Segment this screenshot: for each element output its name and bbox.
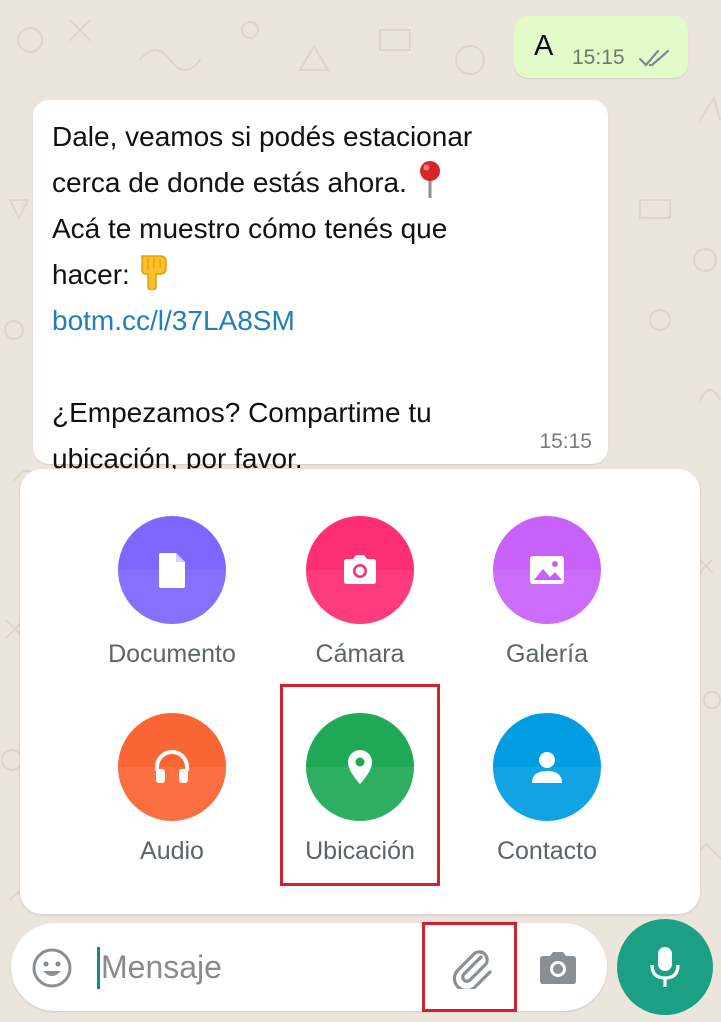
message-line-with-emoji: cerca de donde estás ahora. (52, 160, 597, 206)
attach-gallery-button[interactable]: Galería (467, 516, 627, 669)
attach-document-circle[interactable] (118, 516, 226, 624)
attach-contact-circle[interactable] (493, 713, 601, 821)
message-line: Acá te muestro cómo tenés que (52, 213, 448, 244)
attach-audio-circle[interactable] (118, 713, 226, 821)
pointing-down-emoji (141, 255, 167, 290)
document-icon (159, 553, 185, 588)
message-line: cerca de donde estás ahora. (52, 167, 407, 198)
attach-gallery-circle[interactable] (493, 516, 601, 624)
attach-gallery-label: Galería (506, 640, 588, 668)
outgoing-message-bubble[interactable]: A 15:15 (514, 16, 688, 78)
attach-highlight-box (422, 922, 517, 1012)
attach-audio-button[interactable]: Audio (92, 713, 252, 866)
voice-record-button[interactable] (617, 919, 713, 1015)
incoming-message-bubble[interactable]: Dale, veamos si podés estacionar cerca d… (33, 100, 608, 474)
gallery-icon (530, 556, 564, 584)
outgoing-message-text: A (534, 30, 554, 62)
incoming-message-time: 15:15 (539, 430, 592, 453)
incoming-message-text: Dale, veamos si podés estacionar cerca d… (52, 114, 597, 482)
attach-contact-label: Contacto (496, 837, 598, 865)
message-line-with-emoji: hacer: (52, 252, 597, 298)
location-highlight-box (280, 684, 440, 886)
message-line: ¿Empezamos? Compartime tu (52, 397, 432, 428)
round-pushpin-emoji (419, 161, 440, 198)
headphones-icon (155, 750, 189, 783)
message-line: Dale, veamos si podés estacionar (52, 121, 473, 152)
message-link[interactable]: botm.cc/l/37LA8SM (52, 298, 597, 344)
microphone-icon (650, 947, 680, 987)
attach-camera-button[interactable]: Cámara (280, 516, 440, 669)
attach-document-button[interactable]: Documento (92, 516, 252, 669)
message-input-bar (11, 923, 607, 1011)
attach-camera-label: Cámara (315, 640, 405, 668)
attach-contact-button[interactable]: Contacto (467, 713, 627, 866)
camera-icon (344, 555, 376, 584)
double-check-icon (638, 49, 670, 67)
message-input[interactable] (101, 943, 401, 991)
attach-document-label: Documento (108, 640, 236, 668)
outgoing-message-time: 15:15 (572, 46, 625, 69)
emoji-icon[interactable] (31, 947, 73, 989)
attach-audio-label: Audio (140, 837, 204, 865)
message-line: hacer: (52, 259, 130, 290)
attach-camera-circle[interactable] (306, 516, 414, 624)
contact-icon (532, 752, 562, 783)
camera-icon[interactable] (537, 949, 579, 987)
text-cursor (97, 947, 100, 989)
